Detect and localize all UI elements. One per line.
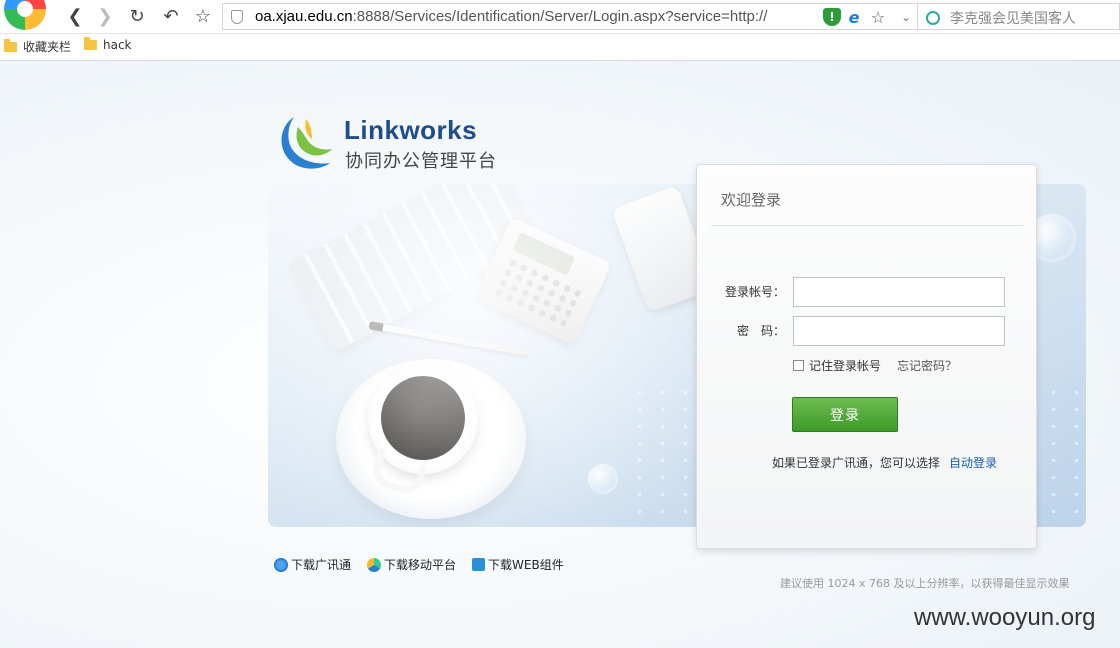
calculator-image: [474, 216, 612, 346]
forward-icon[interactable]: ❯: [94, 5, 116, 27]
divider: [711, 225, 1023, 226]
url-text[interactable]: oa.xjau.edu.cn:8888/Services/Identificat…: [255, 8, 815, 25]
download-label: 下载WEB组件: [488, 558, 564, 572]
folder-icon: [84, 37, 97, 50]
download-label: 下载广讯通: [291, 558, 352, 572]
forgot-password-link[interactable]: 忘记密码？: [897, 357, 957, 374]
remember-label: 记住登录帐号: [809, 359, 882, 373]
reload-icon[interactable]: ↻: [126, 5, 148, 27]
browser-logo-icon[interactable]: [4, 0, 46, 30]
pen-image: [368, 322, 528, 356]
login-button[interactable]: 登录: [792, 397, 898, 432]
auto-login-link[interactable]: 自动登录: [949, 454, 997, 471]
back-icon[interactable]: ❮: [64, 5, 86, 27]
search-placeholder[interactable]: 李克强会见美国客人: [950, 8, 1076, 28]
web-component-icon: [472, 558, 486, 571]
keyboard-image: [287, 184, 539, 353]
bookmark-hack[interactable]: hack: [84, 37, 132, 52]
cup-handle: [367, 448, 429, 499]
browser-toolbar: ❮ ❯ ↻ ↶ ☆ oa.xjau.edu.cn:8888/Services/I…: [0, 0, 1120, 34]
search-box[interactable]: 李克强会见美国客人: [918, 3, 1120, 30]
favorite-star-icon[interactable]: ☆: [192, 5, 214, 27]
logo-swirl-icon: [281, 117, 332, 169]
bookmark-label: 收藏夹栏: [23, 40, 72, 54]
account-input[interactable]: [793, 277, 1005, 307]
mobile-platform-icon: [367, 557, 382, 572]
logo-subtitle: 协同办公管理平台: [345, 151, 497, 172]
linkworks-logo: Linkworks 协同办公管理平台: [272, 113, 502, 175]
resolution-hint: 建议使用 1024 x 768 及以上分辨率，以获得最佳显示效果: [780, 577, 1070, 590]
url-host: oa.xjau.edu.cn: [255, 8, 353, 25]
ie-mode-icon[interactable]: e: [845, 8, 863, 27]
logo-name: Linkworks: [344, 115, 478, 145]
bubble-decoration: [588, 464, 618, 494]
download-label: 下载移动平台: [384, 558, 457, 572]
password-input[interactable]: [793, 316, 1005, 346]
login-page: Linkworks 协同办公管理平台 欢迎登录 登录帐号： 密 码： 记住登录帐…: [0, 61, 1120, 648]
download-links: 下载广讯通 下载移动平台 下载WEB组件: [274, 556, 564, 573]
sso-hint-text: 如果已登录广讯通，您可以选择: [772, 456, 941, 470]
coffee-cup-image: [368, 364, 478, 474]
password-label: 密 码：: [737, 324, 786, 338]
ie-download-icon: [274, 557, 288, 572]
remember-account[interactable]: 记住登录帐号: [793, 357, 881, 374]
chevron-down-icon[interactable]: ⌄: [897, 8, 915, 26]
login-title: 欢迎登录: [721, 191, 782, 209]
login-panel: 欢迎登录 登录帐号： 密 码： 记住登录帐号 忘记密码？ 登录 如果已登录广讯通…: [696, 164, 1037, 549]
folder-icon: [4, 38, 17, 52]
green-shield-icon[interactable]: !: [823, 8, 841, 26]
download-client-link[interactable]: 下载广讯通: [274, 556, 351, 573]
url-path: :8888/Services/Identification/Server/Log…: [352, 8, 768, 25]
bookmark-favorites[interactable]: 收藏夹栏: [4, 38, 71, 55]
security-shield-icon: [231, 10, 243, 24]
search-icon: [926, 11, 940, 25]
remember-checkbox[interactable]: [793, 360, 804, 371]
bookmark-star-icon[interactable]: ☆: [869, 8, 887, 27]
download-web-link[interactable]: 下载WEB组件: [472, 556, 564, 573]
bookmark-label: hack: [103, 38, 132, 52]
bookmarks-bar: 收藏夹栏 hack: [0, 34, 1120, 61]
saucer-image: [336, 359, 526, 519]
undo-icon[interactable]: ↶: [160, 5, 182, 27]
download-mobile-link[interactable]: 下载移动平台: [367, 556, 456, 573]
account-label: 登录帐号：: [725, 285, 786, 299]
watermark: www.wooyun.org: [914, 604, 1096, 631]
address-bar[interactable]: oa.xjau.edu.cn:8888/Services/Identificat…: [222, 3, 918, 30]
